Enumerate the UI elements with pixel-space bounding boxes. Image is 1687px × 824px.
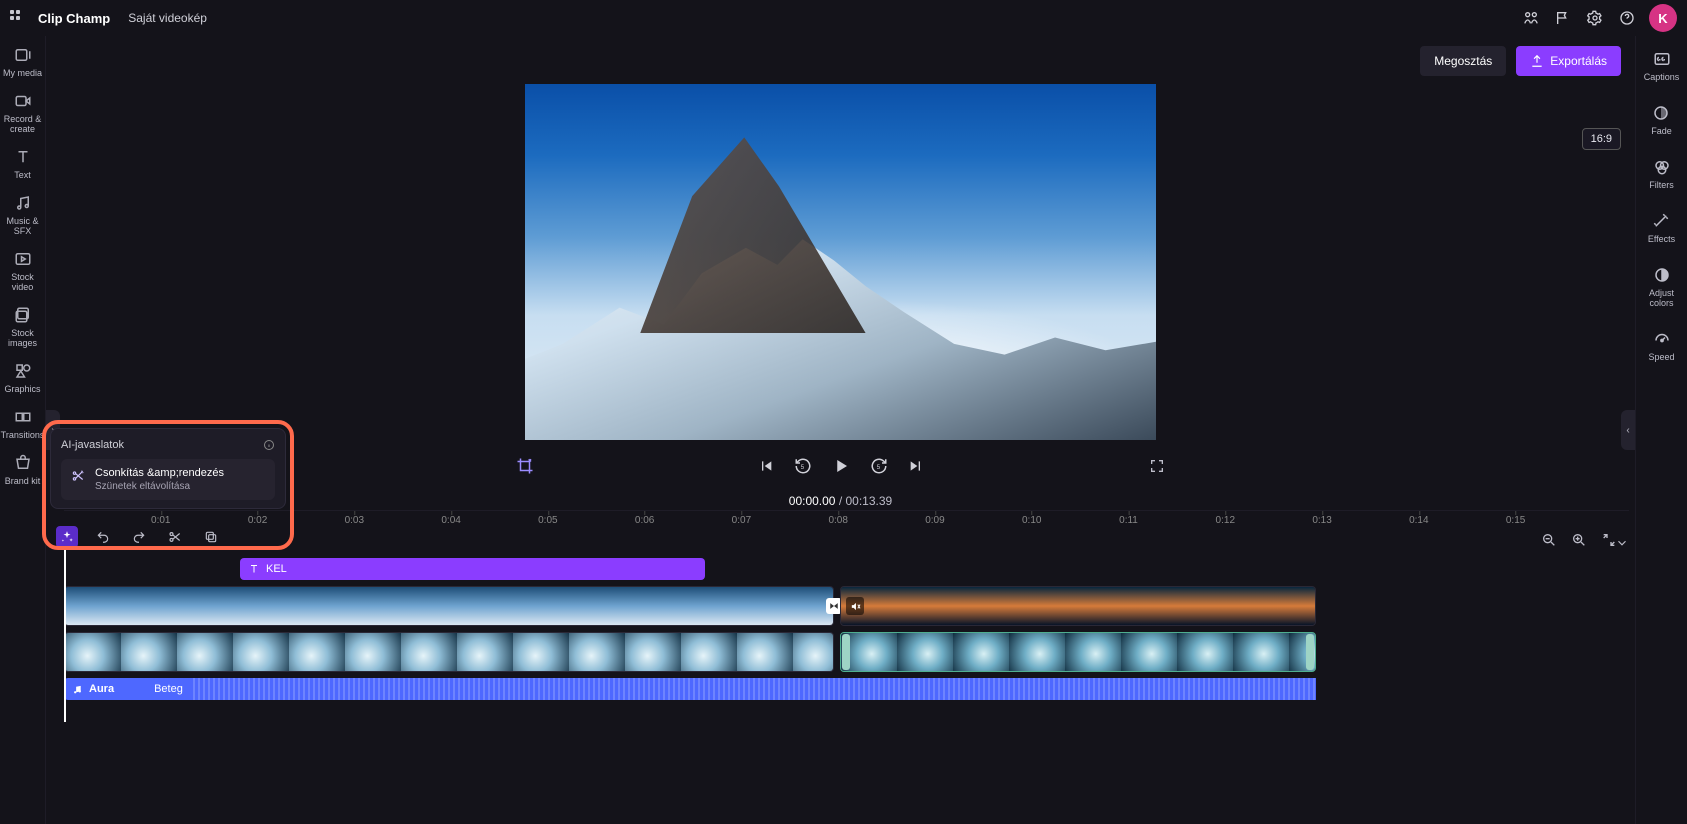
time-duration: 00:13.39 [846,494,893,508]
video-preview[interactable] [525,84,1156,440]
app-launcher-icon[interactable] [10,10,26,26]
ai-suggestions-popup: AI-javaslatok Csonkítás &amp;rendezés Sz… [50,428,286,509]
timeline-toolbar [50,522,228,552]
crop-tool-icon[interactable] [516,457,534,475]
rightrail-adjust-colors[interactable]: Adjust colors [1636,266,1687,308]
left-rail: My media Record & create Text Music & SF… [0,36,46,824]
export-button[interactable]: Exportálás [1516,46,1621,76]
skip-start-icon[interactable] [758,458,774,474]
leftrail-transitions[interactable]: Transitions [0,408,45,440]
leftrail-stock-images[interactable]: Stock images [0,306,45,348]
rightrail-effects[interactable]: Effects [1648,212,1675,244]
center-area: Megosztás Exportálás 16:9 5 5 [46,36,1635,824]
ruler-tick: 0:14 [1409,515,1428,526]
share-button[interactable]: Megosztás [1420,46,1506,76]
rightrail-fade[interactable]: Fade [1651,104,1672,136]
timeline-ruler[interactable]: 0:010:020:030:040:050:060:070:080:090:10… [64,510,1629,532]
playhead[interactable] [64,532,66,722]
info-icon[interactable] [263,439,275,451]
avatar-initial: K [1658,11,1667,26]
skip-end-icon[interactable] [908,458,924,474]
music-icon [72,684,83,695]
help-icon[interactable] [1611,2,1643,34]
title-clip[interactable]: KEL [240,558,705,580]
forward-5-icon[interactable]: 5 [870,457,888,475]
ruler-tick: 0:11 [1119,515,1138,526]
svg-text:5: 5 [800,465,804,471]
mute-icon[interactable] [846,597,864,615]
app-name: Clip Champ [38,11,110,26]
video-clip-2[interactable] [840,586,1316,626]
rightrail-speed[interactable]: Speed [1648,330,1674,362]
aspect-ratio-badge[interactable]: 16:9 [1582,128,1621,150]
video-clip-1[interactable] [64,586,834,626]
video-clip-4[interactable] [840,632,1316,672]
upload-icon [1530,54,1544,68]
rightrail-captions[interactable]: Captions [1644,50,1680,82]
leftrail-brand-kit[interactable]: Brand kit [0,454,45,486]
ruler-tick: 0:07 [732,515,751,526]
text-icon [248,563,260,575]
audio-clip-artist: Beteg [154,683,183,695]
ruler-tick: 0:09 [925,515,944,526]
upgrade-icon[interactable] [1515,2,1547,34]
leftrail-text[interactable]: Text [0,148,45,180]
ruler-tick: 0:02 [248,515,267,526]
fullscreen-icon[interactable] [1149,458,1165,474]
leftrail-graphics[interactable]: Graphics [0,362,45,394]
ruler-tick: 0:05 [538,515,557,526]
ruler-tick: 0:08 [828,515,847,526]
video-clip-3[interactable] [64,632,834,672]
rewind-5-icon[interactable]: 5 [794,457,812,475]
title-clip-label: KEL [266,563,287,575]
audio-handle-left[interactable] [842,634,850,670]
ruler-tick: 0:15 [1506,515,1525,526]
play-icon[interactable] [832,457,850,475]
ai-suggestion-subtitle: Szünetek eltávolítása [95,481,224,492]
avatar[interactable]: K [1649,4,1677,32]
ruler-tick: 0:04 [441,515,460,526]
ai-sparkle-button[interactable] [56,526,78,548]
settings-icon[interactable] [1579,2,1611,34]
undo-button[interactable] [92,526,114,548]
timeline-body: KEL [64,532,1629,722]
copy-button[interactable] [200,526,222,548]
time-current: 00:00.00 [789,494,836,508]
ai-popup-title: AI-javaslatok [61,439,124,451]
ruler-tick: 0:13 [1312,515,1331,526]
right-collapse-chevron-icon[interactable]: ‹ [1621,410,1635,450]
rightrail-filters[interactable]: Filters [1649,158,1674,190]
ai-suggestion-title: Csonkítás &amp;rendezés [95,467,224,479]
ruler-tick: 0:06 [635,515,654,526]
leftrail-stock-video[interactable]: Stock video [0,250,45,292]
leftrail-record-create[interactable]: Record & create [0,92,45,134]
top-bar: Clip Champ Saját videokép K [0,0,1687,36]
scissors-sparkle-icon [71,469,85,483]
ruler-tick: 0:10 [1022,515,1041,526]
leftrail-my-media[interactable]: My media [0,46,45,78]
ruler-tick: 0:12 [1216,515,1235,526]
ruler-tick: 0:03 [345,515,364,526]
flag-icon[interactable] [1547,2,1579,34]
ai-suggestion-item[interactable]: Csonkítás &amp;rendezés Szünetek eltávol… [61,459,275,500]
audio-handle-right[interactable] [1306,634,1314,670]
leftrail-music-sfx[interactable]: Music & SFX [0,194,45,236]
redo-button[interactable] [128,526,150,548]
split-button[interactable] [164,526,186,548]
audio-clip-title: Aura [89,683,114,695]
svg-text:5: 5 [876,465,880,471]
audio-clip[interactable]: Aura Beteg [64,678,1316,700]
right-rail: Captions Fade Filters Effects Adjust col… [1635,36,1687,824]
project-name[interactable]: Saját videokép [128,11,207,25]
